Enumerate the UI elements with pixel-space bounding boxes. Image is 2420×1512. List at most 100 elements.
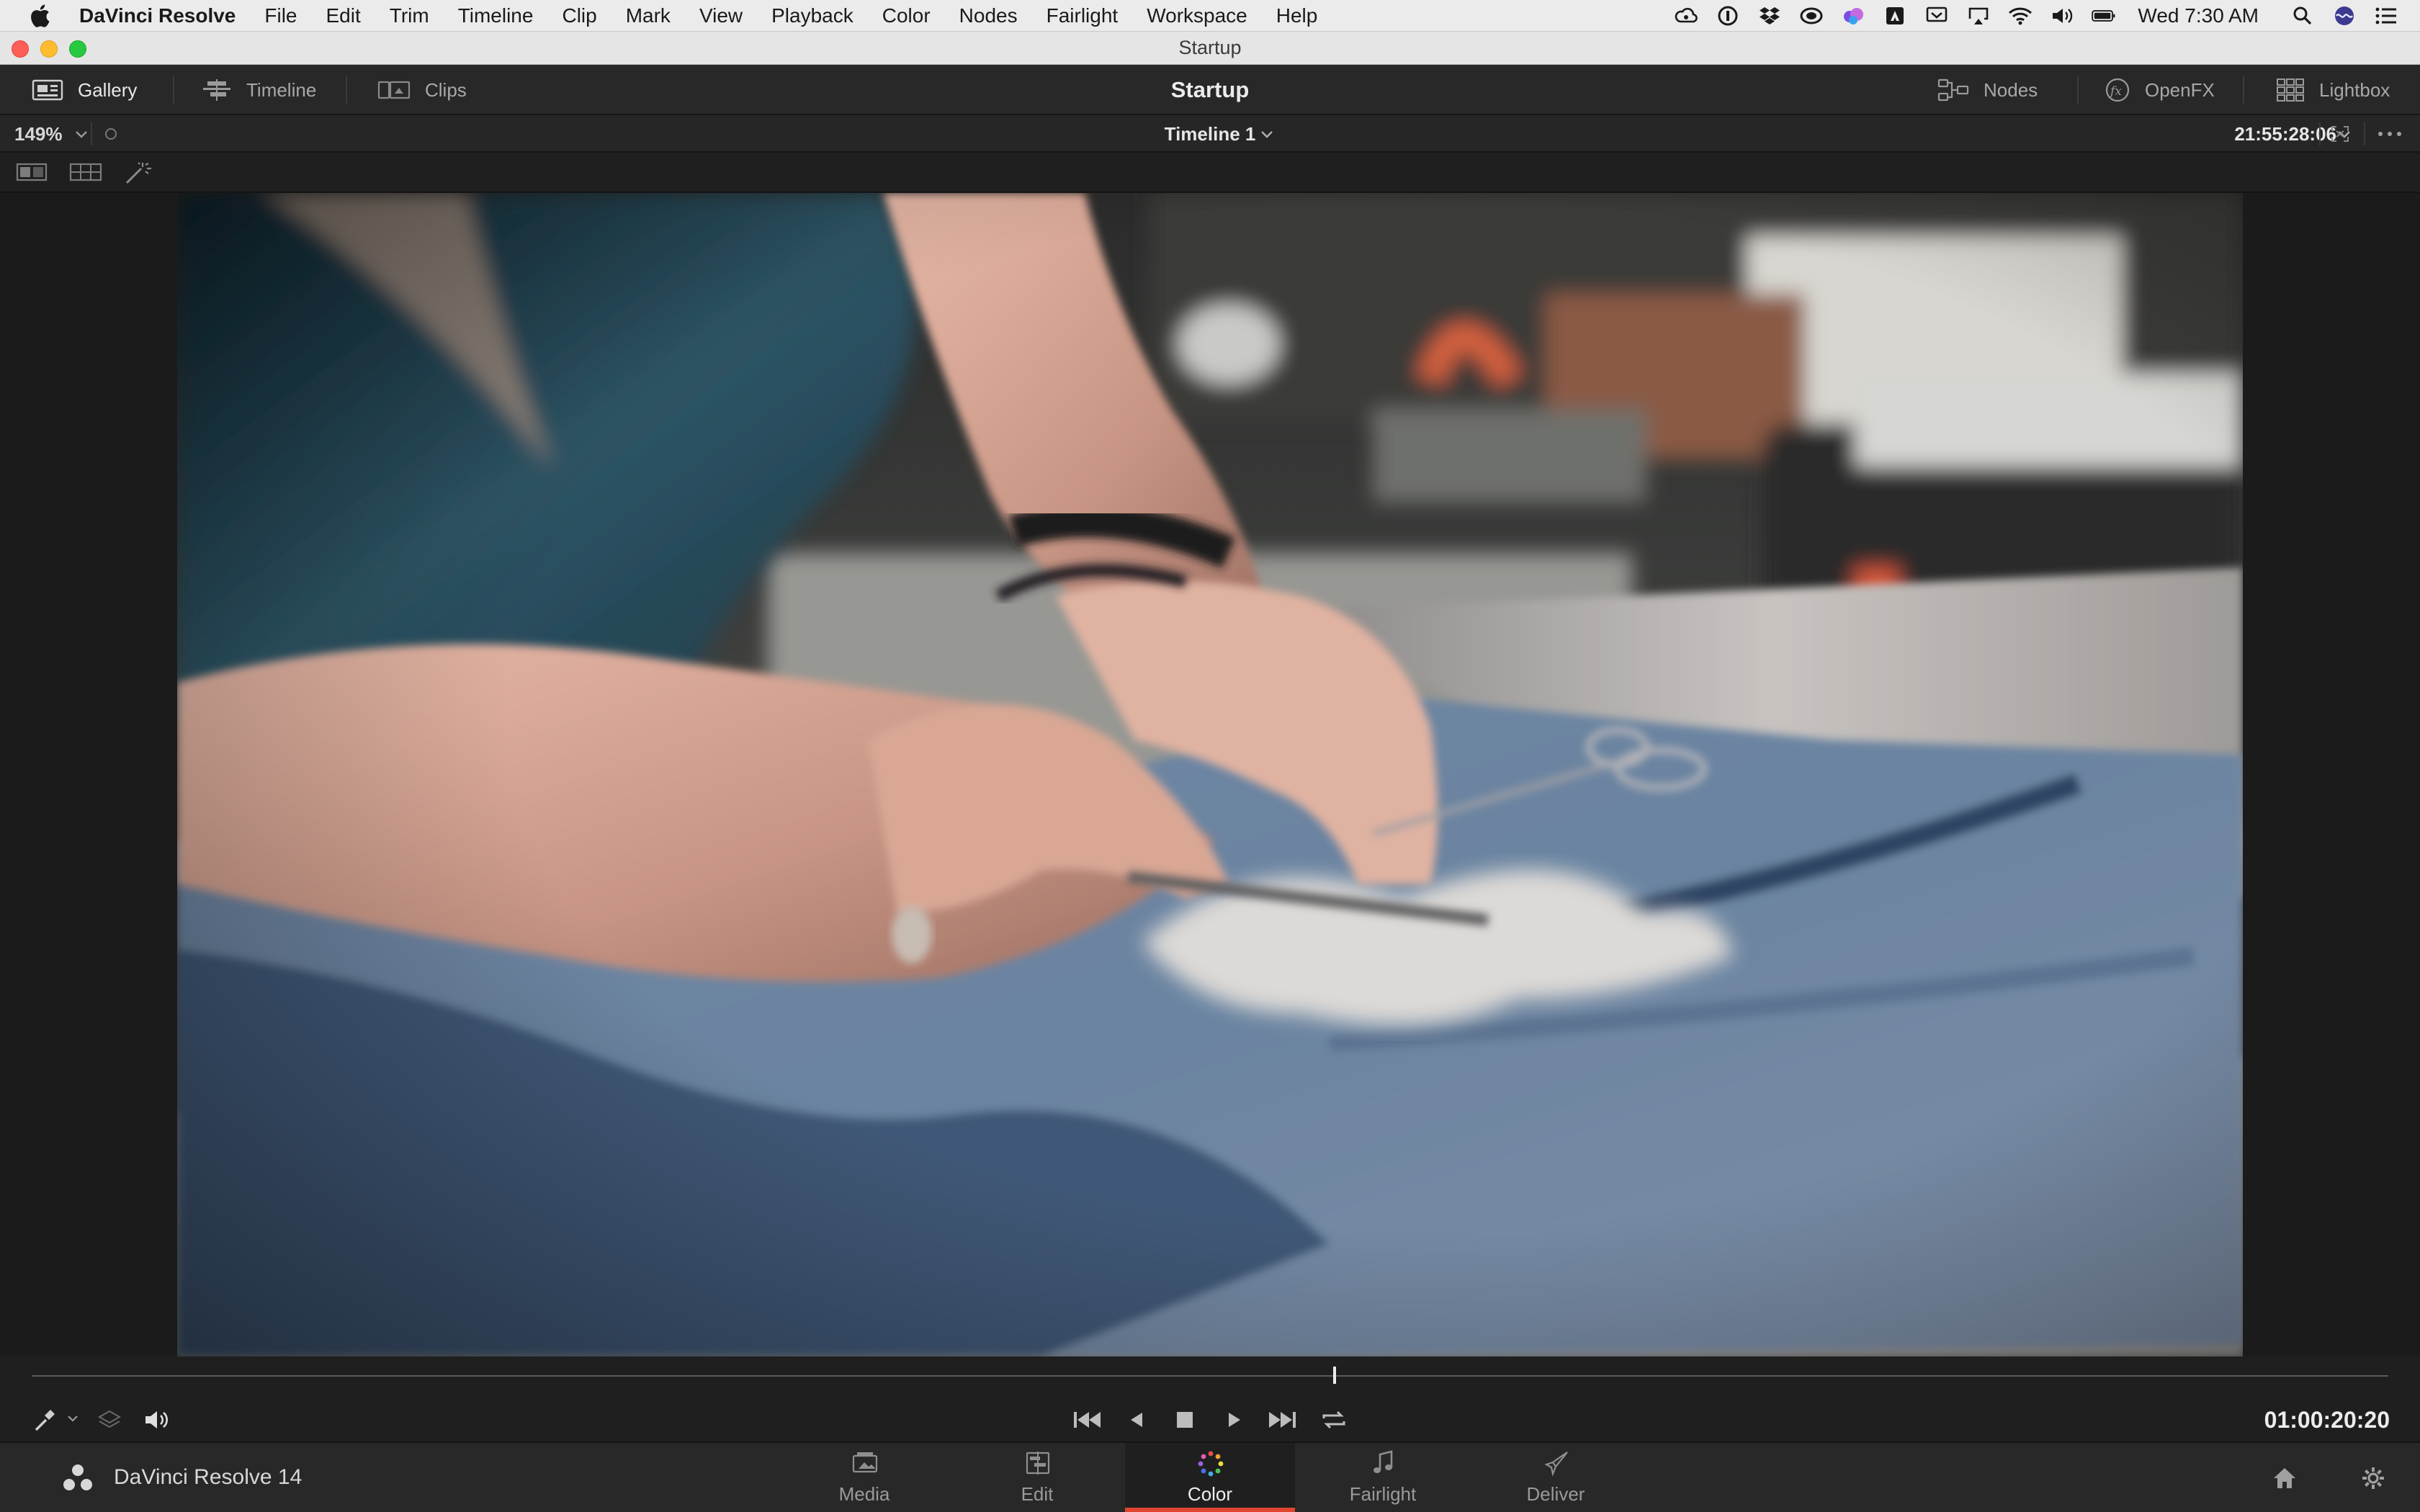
wifi-icon[interactable] (2008, 4, 2033, 28)
menu-clip[interactable]: Clip (562, 4, 596, 27)
fairlight-page-icon (1373, 1450, 1393, 1473)
spotlight-search-icon[interactable] (2290, 4, 2315, 28)
menu-nodes[interactable]: Nodes (959, 4, 1018, 27)
gallery-label: Gallery (78, 78, 138, 101)
header-divider (173, 76, 174, 104)
openfx-label: OpenFX (2145, 78, 2215, 101)
window-zoom-button[interactable] (69, 40, 86, 58)
scrubber-track[interactable] (32, 1375, 2388, 1377)
battery-icon[interactable] (2092, 4, 2116, 28)
chevron-down-icon[interactable] (66, 1414, 79, 1424)
speaker-icon[interactable] (143, 1407, 171, 1433)
edit-page-icon (1026, 1452, 1050, 1475)
lightbox-label: Lightbox (2319, 78, 2390, 101)
tab-color-label: Color (1187, 1483, 1233, 1505)
color-page-header: Gallery Timeline Clips Startup Nodes fx … (0, 65, 2420, 115)
cloud-sync-icon[interactable] (1799, 4, 1824, 28)
go-to-last-frame-icon[interactable] (1266, 1407, 1298, 1433)
split-screen-icon[interactable] (69, 161, 102, 183)
lightbox-button[interactable]: Lightbox (2276, 65, 2390, 115)
tab-media-label: Media (838, 1483, 890, 1505)
tab-edit-label: Edit (1021, 1483, 1054, 1505)
clips-button[interactable]: Clips (377, 65, 467, 115)
layers-icon[interactable] (97, 1407, 122, 1433)
1password-icon[interactable] (1716, 4, 1740, 28)
tab-fairlight-label: Fairlight (1349, 1483, 1417, 1505)
header-divider (346, 76, 347, 104)
timeline-selector[interactable]: Timeline 1 (0, 115, 2420, 153)
transport-controls: 01:00:20:20 (0, 1397, 2420, 1443)
video-frame-still (177, 193, 2243, 1356)
more-options-icon[interactable] (2377, 130, 2403, 138)
screen-icon[interactable] (1924, 4, 1949, 28)
toolbar-divider (2364, 122, 2365, 145)
viewer-scrubber[interactable] (0, 1356, 2420, 1397)
macos-menu-bar: DaVinci Resolve File Edit Trim Timeline … (0, 0, 2420, 32)
tab-deliver-label: Deliver (1526, 1483, 1585, 1505)
timeline-label: Timeline (246, 78, 317, 101)
menu-color[interactable]: Color (882, 4, 931, 27)
header-divider (2077, 76, 2079, 104)
menu-fairlight[interactable]: Fairlight (1047, 4, 1119, 27)
color-picker-icon[interactable] (32, 1407, 60, 1433)
menu-timeline[interactable]: Timeline (458, 4, 534, 27)
go-to-first-frame-icon[interactable] (1072, 1407, 1103, 1433)
active-tab-indicator (1125, 1508, 1295, 1512)
enhanced-viewer-icon[interactable] (2329, 124, 2351, 144)
dropbox-icon[interactable] (1757, 4, 1782, 28)
davinci-resolve-logo-icon (63, 1464, 92, 1490)
play-reverse-icon[interactable] (1126, 1407, 1147, 1433)
apple-logo-icon[interactable] (29, 4, 50, 28)
record-timecode[interactable]: 01:00:20:20 (2264, 1397, 2390, 1443)
menu-view[interactable]: View (699, 4, 743, 27)
tab-media[interactable]: Media (779, 1443, 949, 1512)
adobe-icon[interactable] (1883, 4, 1907, 28)
gear-icon[interactable] (2361, 1466, 2385, 1490)
openfx-button[interactable]: fx OpenFX (2105, 65, 2215, 115)
play-forward-icon[interactable] (1224, 1407, 1245, 1433)
window-close-button[interactable] (12, 40, 29, 58)
window-minimize-button[interactable] (40, 40, 58, 58)
stop-icon[interactable] (1173, 1407, 1197, 1433)
timeline-button[interactable]: Timeline (202, 65, 316, 115)
source-timecode[interactable]: 21:55:28:06 (2234, 115, 2336, 153)
menu-file[interactable]: File (264, 4, 297, 27)
toolbar-divider (2319, 122, 2321, 145)
menu-trim[interactable]: Trim (390, 4, 429, 27)
siri-icon[interactable] (2332, 4, 2357, 28)
menu-help[interactable]: Help (1276, 4, 1318, 27)
header-divider (2243, 76, 2244, 104)
volume-icon[interactable] (2050, 4, 2074, 28)
chevron-down-icon[interactable] (1259, 125, 1275, 143)
media-page-icon (852, 1452, 878, 1473)
airplay-icon[interactable] (1966, 4, 1991, 28)
tab-deliver[interactable]: Deliver (1471, 1443, 1641, 1512)
notification-center-icon[interactable] (2374, 4, 2398, 28)
color-viewer (0, 193, 2420, 1356)
nodes-label: Nodes (1984, 78, 2038, 101)
loop-icon[interactable] (1318, 1407, 1350, 1433)
nodes-button[interactable]: Nodes (1937, 65, 2038, 115)
menu-bar-clock[interactable]: Wed 7:30 AM (2138, 4, 2259, 27)
viewer-toolbar: 149% Timeline 1 21:55:28:06 (0, 115, 2420, 153)
tab-edit[interactable]: Edit (952, 1443, 1122, 1512)
viewer-tools-bar (0, 153, 2420, 193)
scrubber-playhead[interactable] (1333, 1367, 1337, 1384)
gallery-button[interactable]: Gallery (32, 65, 137, 115)
menu-playback[interactable]: Playback (771, 4, 853, 27)
menu-workspace[interactable]: Workspace (1147, 4, 1247, 27)
menu-mark[interactable]: Mark (626, 4, 671, 27)
menu-app-name[interactable]: DaVinci Resolve (79, 4, 236, 27)
menu-edit[interactable]: Edit (326, 4, 361, 27)
highlight-magic-wand-icon[interactable] (124, 161, 153, 184)
image-wipe-icon[interactable] (16, 161, 48, 183)
tab-color[interactable]: Color (1125, 1443, 1295, 1512)
nodes-icon (1937, 78, 1969, 102)
video-frame-image[interactable] (177, 193, 2243, 1356)
tab-fairlight[interactable]: Fairlight (1298, 1443, 1468, 1512)
shared-drive-icon[interactable] (1841, 4, 1865, 28)
clips-icon (377, 81, 411, 99)
creative-cloud-icon[interactable] (1674, 4, 1698, 28)
product-branding: DaVinci Resolve 14 (62, 1443, 302, 1512)
home-icon[interactable] (2272, 1466, 2298, 1490)
